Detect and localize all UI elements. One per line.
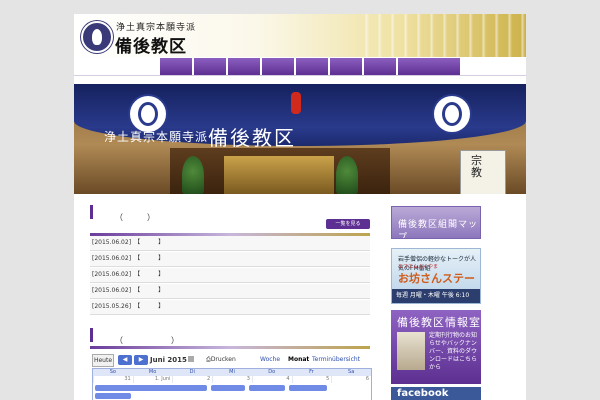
temple-signboard: 宗教 — [460, 150, 506, 194]
news-date: [2015.06.02] — [92, 271, 132, 278]
print-label: Drucken — [210, 356, 236, 363]
date-cell[interactable]: 4 — [251, 376, 292, 383]
district-map-button[interactable]: 備後教区組閣マップ — [391, 206, 481, 239]
calendar-week-row: 31 1. Juni 2 3 4 5 6 — [93, 376, 371, 383]
lantern-icon — [291, 92, 301, 114]
wisteria-decoration — [356, 14, 526, 57]
next-month-button[interactable]: ▶ — [134, 355, 148, 365]
nav-item-1[interactable] — [160, 58, 192, 76]
banner-subtitle: 浄土真宗本願寺派 — [104, 130, 209, 144]
news-heading: （ ） — [90, 205, 373, 222]
news-date: [2015.06.02] — [92, 255, 132, 262]
news-title[interactable]: 【 】 — [137, 287, 164, 294]
nav-item-4[interactable] — [262, 58, 294, 76]
temple-crest-icon[interactable] — [81, 21, 113, 53]
news-more-button[interactable]: 一覧を見る — [326, 219, 370, 229]
date-cell[interactable]: 31 — [93, 376, 133, 383]
month-label: Juni 2015 — [150, 356, 187, 364]
date-cell[interactable]: 6 — [331, 376, 371, 383]
facebook-logo: facebook — [397, 388, 449, 399]
altar-gold-image — [224, 156, 334, 194]
nav-item-3[interactable] — [228, 58, 260, 76]
calendar-event[interactable] — [95, 385, 207, 391]
calendar-event[interactable] — [289, 385, 327, 391]
site-header: 浄土真宗本願寺派 備後教区 — [74, 14, 526, 57]
news-date: [2015.06.02] — [92, 239, 132, 246]
day-name: So — [109, 369, 116, 375]
news-item[interactable]: [2015.06.02] 【 】 — [90, 284, 370, 299]
day-name: Fr — [309, 369, 314, 375]
news-date: [2015.06.02] — [92, 287, 132, 294]
flower-arrangement-left — [182, 156, 204, 194]
calendar-heading-text: （ ） — [115, 336, 179, 345]
news-heading-text: （ ） — [115, 213, 155, 222]
main-nav — [160, 58, 460, 76]
day-name: Di — [189, 369, 195, 375]
tab-week[interactable]: Woche — [260, 354, 280, 366]
calendar-event[interactable] — [95, 393, 131, 399]
signboard-text: 宗教 — [471, 154, 482, 179]
calendar-heading: （ ） — [90, 328, 373, 345]
calendar-toolbar: Heute ◀ ▶ Juni 2015 ⎙Drucken Woche Monat… — [92, 354, 372, 367]
facebook-box[interactable]: facebook — [391, 387, 481, 400]
radio-program-banner[interactable]: 岩手僧侶の軽妙なトークが人気のFM番組 エフエムふくやま お坊さんステーション … — [391, 248, 481, 304]
calendar-rule — [90, 346, 370, 349]
date-cell[interactable]: 5 — [291, 376, 332, 383]
info-room-title: 備後教区情報室 — [397, 316, 481, 329]
newsletter-thumbnail — [397, 332, 425, 370]
nav-item-7[interactable] — [364, 58, 396, 76]
nav-divider — [74, 75, 526, 76]
nav-item-5[interactable] — [296, 58, 328, 76]
news-title[interactable]: 【 】 — [137, 239, 164, 246]
page: 浄土真宗本願寺派 備後教区 浄土真宗本願寺派 備後教区 宗教 （ ） 一覧を見る… — [74, 14, 526, 400]
calendar-event[interactable] — [249, 385, 285, 391]
day-name: Sa — [348, 369, 355, 375]
news-title[interactable]: 【 】 — [137, 271, 164, 278]
tab-month[interactable]: Monat — [288, 354, 309, 366]
info-room-text: 定期刊行物のお知らせやバックナンバー、資料のダウンロードはこちらから — [429, 332, 478, 371]
calendar-grid: So Mo Di Mi Do Fr Sa 31 1. Juni 2 3 4 5 … — [92, 368, 372, 400]
flower-arrangement-right — [336, 156, 358, 194]
print-button[interactable]: ⎙Drucken — [206, 354, 236, 366]
nav-item-6[interactable] — [330, 58, 362, 76]
hero-banner: 浄土真宗本願寺派 備後教区 宗教 — [74, 84, 526, 194]
news-date: [2015.05.26] — [92, 303, 132, 310]
month-dropdown-icon[interactable] — [188, 356, 194, 362]
prev-month-button[interactable]: ◀ — [118, 355, 132, 365]
curtain-crest-right-icon — [432, 94, 472, 134]
info-room-banner[interactable]: 備後教区情報室 定期刊行物のお知らせやバックナンバー、資料のダウンロードはこちら… — [391, 310, 481, 384]
day-name: Mi — [229, 369, 235, 375]
nav-item-2[interactable] — [194, 58, 226, 76]
day-name: Mo — [148, 369, 157, 375]
radio-station: エフエムふくやま — [398, 264, 439, 270]
news-item[interactable]: [2015.05.26] 【 】 — [90, 300, 370, 315]
date-cell[interactable]: 2 — [172, 376, 212, 383]
news-title[interactable]: 【 】 — [137, 255, 164, 262]
news-title[interactable]: 【 】 — [137, 303, 164, 310]
today-button[interactable]: Heute — [92, 354, 114, 367]
news-item[interactable]: [2015.06.02] 【 】 — [90, 268, 370, 283]
nav-item-8[interactable] — [398, 58, 460, 76]
calendar-day-header: So Mo Di Mi Do Fr Sa — [93, 369, 371, 376]
date-cell[interactable]: 1. Juni — [132, 376, 173, 383]
tab-agenda[interactable]: Terminübersicht — [312, 354, 360, 366]
radio-schedule: 毎週 月曜・木曜 午後 6:10 FM 77.7MHz — [392, 289, 480, 303]
banner-title: 備後教区 — [208, 126, 296, 150]
news-list: [2015.06.02] 【 】 [2015.06.02] 【 】 [2015.… — [90, 236, 370, 316]
district-map-label: 備後教区組閣マップ — [398, 220, 479, 239]
day-name: Do — [268, 369, 276, 375]
calendar-event[interactable] — [211, 385, 245, 391]
news-item[interactable]: [2015.06.02] 【 】 — [90, 252, 370, 267]
news-item[interactable]: [2015.06.02] 【 】 — [90, 236, 370, 251]
logo-title[interactable]: 備後教区 — [115, 32, 187, 57]
date-cell[interactable]: 3 — [212, 376, 252, 383]
